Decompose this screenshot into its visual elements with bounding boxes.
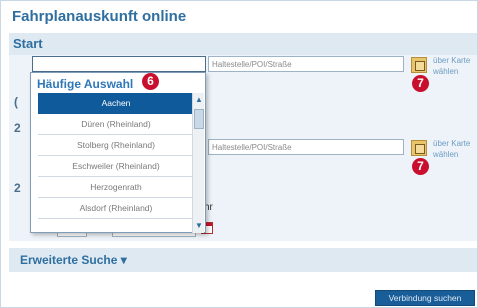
hidden-label-1: ( — [14, 95, 18, 109]
frequent-selection-dropdown: Häufige Auswahl Aachen Düren (Rheinland)… — [30, 72, 206, 233]
extended-search-toggle[interactable]: Erweiterte Suche ▾ — [20, 253, 127, 267]
map-link-line1: über Karte — [433, 56, 471, 65]
destination-map-link[interactable]: über Karte wählen — [433, 138, 470, 160]
hidden-label-3: 2 — [14, 181, 21, 195]
dropdown-item[interactable]: Düren (Rheinland) — [38, 114, 194, 135]
map-link-line2: wählen — [433, 67, 459, 76]
scroll-thumb[interactable] — [194, 109, 204, 129]
dropdown-item[interactable]: Stolberg (Rheinland) — [38, 135, 194, 156]
hidden-label-2: 2 — [14, 121, 21, 135]
dropdown-item[interactable]: Aachen — [38, 93, 194, 114]
start-type-input[interactable]: Haltestelle/POI/Straße — [208, 56, 404, 72]
map-icon[interactable] — [411, 57, 427, 73]
map-link-line2: wählen — [433, 150, 459, 159]
map-link-line1: über Karte — [433, 139, 471, 148]
callout-badge-7: 7 — [412, 75, 429, 92]
title-bar: Fahrplanauskunft online — [1, 1, 477, 31]
dropdown-item[interactable]: Alsdorf (Rheinland) — [38, 198, 194, 219]
destination-type-input[interactable]: Haltestelle/POI/Straße — [208, 139, 404, 155]
extended-search-bar[interactable]: Erweiterte Suche ▾ — [9, 248, 477, 272]
dropdown-item[interactable]: Herzogenrath — [38, 177, 194, 198]
dropdown-list: Aachen Düren (Rheinland) Stolberg (Rhein… — [38, 93, 194, 219]
callout-badge-7: 7 — [412, 158, 429, 175]
dropdown-item[interactable]: Eschweiler (Rheinland) — [38, 156, 194, 177]
start-location-input[interactable] — [32, 56, 206, 72]
dropdown-heading: Häufige Auswahl — [37, 77, 134, 91]
app-window: Fahrplanauskunft online Start ( 2 2 Halt… — [0, 0, 478, 308]
start-label: Start — [13, 36, 43, 51]
callout-badge-6: 6 — [142, 73, 159, 90]
search-connection-button[interactable]: Verbindung suchen — [375, 290, 475, 306]
start-map-link[interactable]: über Karte wählen — [433, 55, 470, 77]
dropdown-scrollbar[interactable]: ▲ ▼ — [192, 93, 204, 233]
scroll-down-icon[interactable]: ▼ — [194, 220, 204, 232]
map-icon[interactable] — [411, 140, 427, 156]
start-section-header: Start — [9, 33, 477, 55]
scroll-up-icon[interactable]: ▲ — [194, 94, 204, 106]
page-title: Fahrplanauskunft online — [12, 8, 187, 25]
